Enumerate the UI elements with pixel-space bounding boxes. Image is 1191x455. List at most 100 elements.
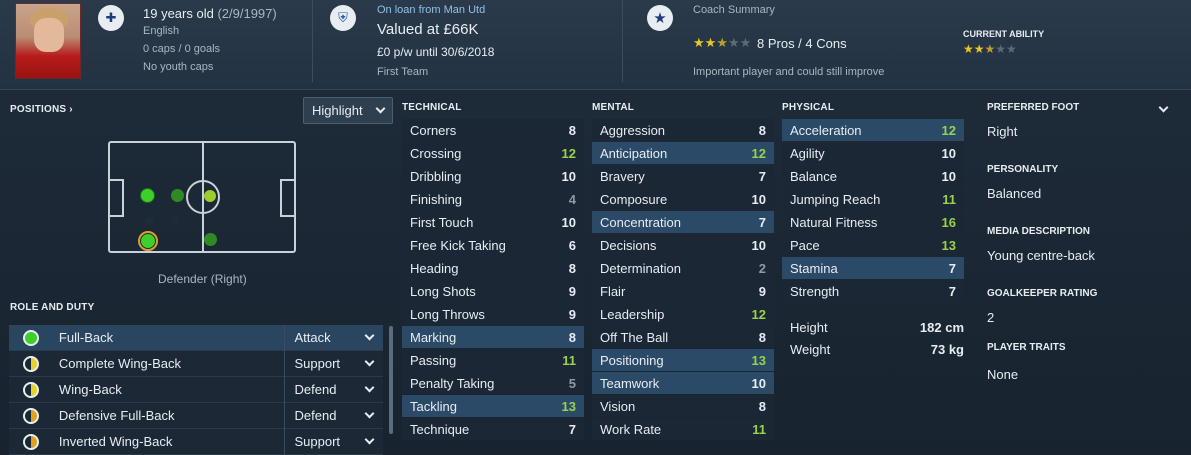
attribute-row[interactable]: Anticipation 12 [592, 142, 774, 164]
attribute-value: 4 [568, 191, 576, 207]
attribute-name: Teamwork [600, 375, 660, 391]
attribute-row[interactable]: Marking 8 [402, 326, 584, 348]
physical-title: PHYSICAL [782, 102, 835, 113]
attribute-row[interactable]: Agility 10 [782, 142, 964, 164]
attribute-name: Flair [600, 283, 626, 299]
england-flag-icon[interactable]: ✚ [98, 5, 124, 31]
attribute-value: 11 [562, 352, 576, 368]
attribute-row[interactable]: Composure 10 [592, 188, 774, 210]
attribute-row[interactable]: Technique 7 [402, 418, 584, 440]
attribute-row[interactable]: Crossing 12 [402, 142, 584, 164]
attribute-value: 10 [751, 375, 766, 391]
duty-dropdown[interactable]: Defend [283, 402, 384, 429]
header-divider [622, 0, 623, 82]
position-dot-competent[interactable] [204, 233, 217, 246]
position-dot-natural[interactable] [141, 234, 155, 248]
attribute-value: 9 [568, 283, 576, 299]
attribute-row[interactable]: Balance 10 [782, 165, 964, 187]
weight-label: Weight [790, 341, 831, 357]
attribute-row[interactable]: Tackling 13 [402, 395, 584, 417]
attribute-name: Natural Fitness [790, 214, 878, 230]
role-row[interactable]: Defensive Full-Back Defend [9, 402, 384, 429]
height-row: Height 182 cm [790, 316, 964, 338]
attribute-row[interactable]: Acceleration 12 [782, 119, 964, 141]
attribute-row[interactable]: Leadership 12 [592, 303, 774, 325]
attribute-name: Long Shots [410, 283, 476, 299]
positions-title[interactable]: POSITIONS › [10, 104, 73, 115]
attribute-row[interactable]: Free Kick Taking 6 [402, 234, 584, 256]
attribute-row[interactable]: Stamina 7 [782, 257, 964, 279]
attribute-value: 10 [941, 168, 956, 184]
attribute-name: Vision [600, 398, 636, 414]
position-dot-competent[interactable] [171, 189, 184, 202]
role-row[interactable]: Full-Back Attack [9, 324, 384, 351]
club-badge-icon[interactable]: ⛨ [330, 5, 356, 31]
mental-title: MENTAL [592, 102, 635, 113]
attribute-value: 11 [942, 191, 956, 207]
attribute-name: Tackling [410, 398, 457, 414]
role-suitability-icon [23, 329, 39, 346]
role-name: Inverted Wing-Back [58, 434, 173, 449]
attribute-row[interactable]: Vision 8 [592, 395, 774, 417]
attribute-row[interactable]: Finishing 4 [402, 188, 584, 210]
loan-link[interactable]: On loan from Man Utd [377, 4, 485, 16]
role-row[interactable]: Inverted Wing-Back Support [9, 428, 384, 455]
attribute-row[interactable]: Heading 8 [402, 257, 584, 279]
contract-text: £0 p/w until 30/6/2018 [377, 45, 495, 59]
attribute-value: 10 [941, 145, 956, 161]
role-suitability-icon [23, 433, 39, 450]
position-dot[interactable] [146, 217, 154, 225]
chevron-down-icon [375, 103, 386, 114]
attribute-row[interactable]: Long Throws 9 [402, 303, 584, 325]
role-row[interactable]: Wing-Back Defend [9, 376, 384, 403]
chevron-down-icon[interactable] [1158, 102, 1169, 113]
attribute-value: 12 [941, 122, 956, 138]
attribute-row[interactable]: Strength 7 [782, 280, 964, 302]
attribute-row[interactable]: Jumping Reach 11 [782, 188, 964, 210]
attribute-value: 5 [568, 375, 576, 391]
attribute-value: 10 [751, 191, 766, 207]
position-dot[interactable] [172, 217, 180, 225]
attribute-row[interactable]: Long Shots 9 [402, 280, 584, 302]
attribute-row[interactable]: Passing 11 [402, 349, 584, 371]
attribute-row[interactable]: Corners 8 [402, 119, 584, 141]
role-suitability-icon [23, 381, 39, 398]
attribute-row[interactable]: First Touch 10 [402, 211, 584, 233]
roles-scrollbar[interactable] [389, 326, 393, 434]
attribute-row[interactable]: Penalty Taking 5 [402, 372, 584, 394]
duty-dropdown[interactable]: Attack [283, 324, 384, 351]
attribute-row[interactable]: Concentration 7 [592, 211, 774, 233]
role-suitability-icon [23, 407, 39, 424]
attribute-name: Aggression [600, 122, 666, 138]
role-row[interactable]: Complete Wing-Back Support [9, 350, 384, 377]
nationality: English [143, 25, 180, 37]
attribute-value: 8 [758, 398, 766, 414]
duty-dropdown[interactable]: Defend [283, 376, 384, 403]
position-dot-natural[interactable] [140, 188, 155, 203]
attribute-row[interactable]: Positioning 13 [592, 349, 774, 371]
attribute-row[interactable]: Dribbling 10 [402, 165, 584, 187]
attribute-row[interactable]: Determination 2 [592, 257, 774, 279]
attribute-name: Technique [410, 421, 470, 437]
attribute-row[interactable]: Bravery 7 [592, 165, 774, 187]
attribute-row[interactable]: Pace 13 [782, 234, 964, 256]
attribute-row[interactable]: Decisions 10 [592, 234, 774, 256]
attribute-row[interactable]: Teamwork 10 [592, 372, 774, 394]
position-dot-accomplished[interactable] [204, 190, 216, 202]
duty-dropdown[interactable]: Support [283, 350, 384, 377]
attribute-row[interactable]: Flair 9 [592, 280, 774, 302]
attribute-name: Determination [600, 260, 681, 276]
pros-cons[interactable]: 8 Pros / 4 Cons [757, 36, 847, 51]
highlight-dropdown[interactable]: Highlight [303, 97, 393, 124]
player-photo[interactable] [15, 3, 81, 79]
attribute-name: Long Throws [410, 306, 485, 322]
duty-dropdown[interactable]: Support [283, 428, 384, 455]
attribute-row[interactable]: Work Rate 11 [592, 418, 774, 440]
attribute-row[interactable]: Off The Ball 8 [592, 326, 774, 348]
attribute-value: 10 [561, 214, 576, 230]
chevron-down-icon [364, 382, 375, 393]
attribute-row[interactable]: Natural Fitness 16 [782, 211, 964, 233]
attribute-row[interactable]: Aggression 8 [592, 119, 774, 141]
attribute-name: Acceleration [790, 122, 862, 138]
player-header: ✚ 19 years old (2/9/1997) English 0 caps… [0, 0, 1191, 90]
